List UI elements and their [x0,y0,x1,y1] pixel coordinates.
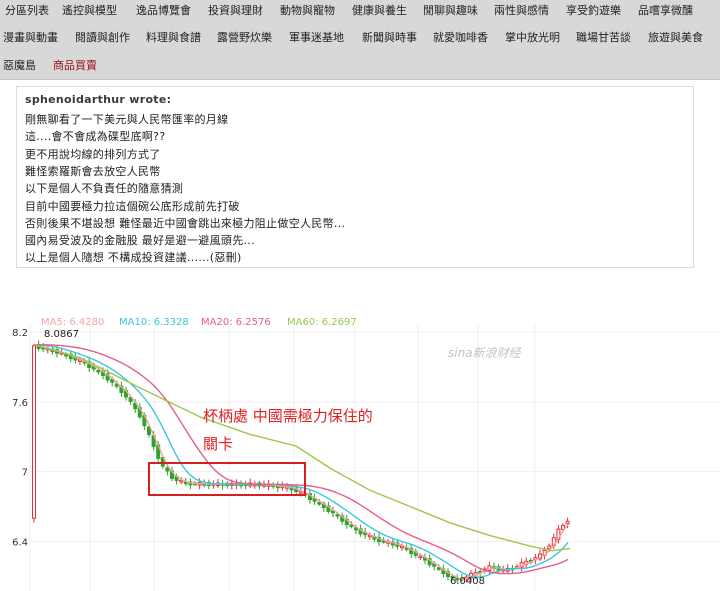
candle-body [317,502,322,505]
nav-item[interactable]: 逸品博覽會 [136,2,191,26]
quote-line: 否則後果不堪設想 難怪最近中國會跳出來極力阻止做空人民幣... [25,216,346,230]
legend-ma10: MA10: 6.3328 [119,317,189,328]
quote-line: 更不用說均線的排列方式了 [25,147,161,161]
nav-item[interactable]: 兩性與感情 [494,2,549,26]
nav-item[interactable]: 掌中放光明 [505,29,560,53]
quote-line: 難怪索羅斯會去放空人民幣 [25,164,161,178]
chart-legend: MA5: 6.4280 MA10: 6.3328 MA20: 6.2576 MA60:… [41,317,357,328]
nav-item[interactable]: 漫畫與動畫 [3,29,58,53]
quote-author: sphenoidarthur wrote: [25,93,172,106]
candle-body [32,345,36,519]
nav-item[interactable]: 軍事迷基地 [289,29,344,53]
chart-grid [29,325,720,591]
legend-ma5: MA5: 6.4280 [41,317,104,328]
nav-item[interactable]: 遙控與模型 [62,2,117,26]
low-price-label: 6.0408 [450,576,485,587]
quote-line: 以下是個人不負責任的隨意猜測 [25,182,184,196]
high-price-label: 8.0867 [44,329,79,340]
nav-row-2: 漫畫與動畫 閱讀與創作 料理與食譜 露營野炊樂 軍事迷基地 新聞與時事 就愛咖啡香 掌中放光明… [0,27,720,51]
candle-body [349,524,354,527]
nav-item[interactable]: 分區列表 [5,2,49,26]
candlesticks [32,340,570,583]
y-axis-ticks: 8.2 7.6 7 6.4 [12,328,28,548]
candle-body [565,520,570,525]
nav-item[interactable]: 享受釣遊樂 [566,2,621,26]
candle-body [179,479,184,483]
chart-watermark: sina新浪财经 [448,346,523,360]
nav-item[interactable]: 旅遊與美食 [648,29,703,53]
nav-item[interactable]: 新聞與時事 [362,29,417,53]
nav-item[interactable]: 職場甘苦談 [576,29,631,53]
moving-average-lines [33,344,571,580]
quote-line: 剛無聊看了一下美元與人民幣匯率的月線 [25,113,229,126]
nav-item[interactable]: 就愛咖啡香 [433,29,488,53]
legend-ma60: MA60: 6.2697 [287,317,357,328]
nav-item[interactable]: 健康與養生 [352,2,407,26]
quote-box: sphenoidarthur wrote: 剛無聊看了一下美元與人民幣匯率的月線… [16,86,694,268]
y-tick-label: 7 [22,468,28,479]
nav-item[interactable]: 品嚐享微醺 [638,2,693,26]
quote-line: 國內易受波及的金融股 最好是避一避風頭先... [25,234,255,248]
candle-body [96,369,101,373]
usd-cny-chart: sina新浪财经 MA5: 6.4280 MA10: 6.3328 MA20: 6.… [12,317,720,591]
y-tick-label: 8.2 [12,328,28,339]
candle-body [165,467,170,472]
y-tick-label: 6.4 [12,537,28,548]
quote-line: 目前中國要極力拉這個碗公底形成前先打破 [25,199,240,213]
candle-body [298,491,303,494]
candle-body [436,567,441,570]
nav-row-3: 惡魔島 商品買賣 [0,55,720,79]
quote-line: 以上是個人隨想 不構成投資建議......(惡刪) [25,251,242,265]
nav-item[interactable]: 商品買賣 [53,57,97,81]
nav-item[interactable]: 閒聊與趣味 [423,2,478,26]
nav-item[interactable]: 閱讀與創作 [75,29,130,53]
ma-line-ma60 [33,344,571,552]
legend-ma20: MA20: 6.2576 [201,317,271,328]
annotation-line-1: 杯柄處 中國需極力保住的 [203,407,373,425]
category-nav: 分區列表 遙控與模型 逸品博覽會 投資與理財 動物與寵物 健康與養生 閒聊與趣味 兩性與感情享… [0,0,720,80]
nav-item[interactable]: 露營野炊樂 [217,29,272,53]
nav-row-1: 分區列表 遙控與模型 逸品博覽會 投資與理財 動物與寵物 健康與養生 閒聊與趣味 兩性與感情享… [0,0,720,24]
annotation-line-2: 關卡 [203,435,233,453]
nav-item[interactable]: 動物與寵物 [280,2,335,26]
quote-line: 這....會不會成為碟型底啊?? [25,130,166,144]
nav-item[interactable]: 投資與理財 [208,2,263,26]
nav-item[interactable]: 惡魔島 [3,57,36,81]
nav-item[interactable]: 料理與食譜 [146,29,201,53]
candle-body [418,555,423,559]
y-tick-label: 7.6 [12,398,28,409]
